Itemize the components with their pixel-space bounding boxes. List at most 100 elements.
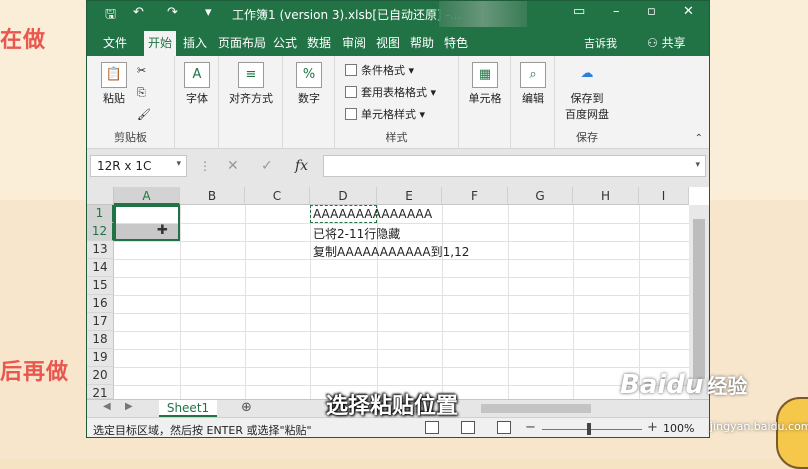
conditional-format-button[interactable]: 条件格式 ▾ xyxy=(345,62,414,78)
page-break-view-icon[interactable] xyxy=(497,421,511,434)
row-header-13[interactable]: 13 xyxy=(87,241,114,259)
editing-label: 编辑 xyxy=(522,92,544,105)
cell-styles-button[interactable]: 单元格样式 ▾ xyxy=(345,106,425,122)
format-as-table-button[interactable]: 套用表格格式 ▾ xyxy=(345,84,436,100)
select-all-corner[interactable] xyxy=(87,187,114,205)
cut-icon[interactable]: ✂ xyxy=(137,64,146,77)
customize-quick-access-icon[interactable]: ▾ xyxy=(205,5,212,20)
zoom-level[interactable]: 100% xyxy=(663,422,694,435)
watermark-cn: 经验 xyxy=(707,374,748,398)
tab-help[interactable]: 帮助 xyxy=(410,34,434,51)
status-bar: 选定目标区域，然后按 ENTER 或选择"粘贴" − + 100% xyxy=(87,417,709,437)
format-painter-icon[interactable]: 🖌 xyxy=(137,108,151,121)
tell-me-box[interactable]: 吉诉我 xyxy=(584,35,617,51)
tab-review[interactable]: 审阅 xyxy=(342,34,366,51)
tab-formulas[interactable]: 公式 xyxy=(273,34,297,51)
editing-button[interactable]: ⌕ 编辑 xyxy=(517,62,549,106)
column-header-H[interactable]: H xyxy=(573,187,639,205)
cells-button[interactable]: ▦ 单元格 xyxy=(463,62,507,106)
cell-D12[interactable]: 已将2-11行隐藏 xyxy=(313,225,400,242)
format-as-table-label: 套用表格格式 xyxy=(361,86,427,99)
sheet-next-icon[interactable]: ▶ xyxy=(125,401,133,412)
zoom-in-icon[interactable]: + xyxy=(647,420,658,435)
font-button[interactable]: A 字体 xyxy=(181,62,213,106)
save-to-baidu-button[interactable]: ☁ 保存到 百度网盘 xyxy=(561,62,613,122)
gridline xyxy=(310,205,311,399)
row-header-12[interactable]: 12 xyxy=(87,223,114,241)
undo-icon[interactable]: ↶ xyxy=(133,5,144,20)
save-icon[interactable]: 🖫 xyxy=(105,5,116,27)
cell-D13[interactable]: 复制AAAAAAAAAAA到1,12 xyxy=(313,243,469,260)
row-header-14[interactable]: 14 xyxy=(87,259,114,277)
row-header-15[interactable]: 15 xyxy=(87,277,114,295)
number-button[interactable]: % 数字 xyxy=(293,62,325,106)
window-title: 工作簿1 (version 3).xlsb[已自动还原] -... xyxy=(232,8,462,22)
tab-page-layout[interactable]: 页面布局 xyxy=(218,34,266,51)
enter-icon[interactable]: ✓ xyxy=(261,158,273,174)
normal-view-icon[interactable] xyxy=(425,421,439,434)
sheet-prev-icon[interactable]: ◀ xyxy=(103,401,111,412)
name-box[interactable]: 12R x 1C ▾ xyxy=(90,155,187,177)
row-header-1[interactable]: 1 xyxy=(87,205,114,223)
tab-insert[interactable]: 插入 xyxy=(183,34,207,51)
row-header-20[interactable]: 20 xyxy=(87,367,114,385)
worksheet-grid[interactable]: A B C D E F G H I 1 12 13 14 15 16 17 18… xyxy=(87,187,709,400)
save-label-1: 保存到 xyxy=(570,92,604,105)
column-header-D[interactable]: D xyxy=(310,187,377,205)
tab-special[interactable]: 特色 xyxy=(444,34,468,51)
gridline xyxy=(508,205,509,399)
page-layout-view-icon[interactable] xyxy=(461,421,475,434)
row-header-18[interactable]: 18 xyxy=(87,331,114,349)
row-header-16[interactable]: 16 xyxy=(87,295,114,313)
horizontal-scroll-thumb[interactable] xyxy=(481,404,591,413)
column-header-A[interactable]: A xyxy=(114,187,180,205)
cells-icon: ▦ xyxy=(472,62,498,88)
close-button[interactable]: ✕ xyxy=(683,4,694,19)
tab-view[interactable]: 视图 xyxy=(376,34,400,51)
insert-function-icon[interactable]: fx xyxy=(295,158,308,174)
cell-D1[interactable]: AAAAAAAAAAAAAA xyxy=(313,207,432,221)
row-header-17[interactable]: 17 xyxy=(87,313,114,331)
tab-data[interactable]: 数据 xyxy=(307,34,331,51)
column-header-G[interactable]: G xyxy=(508,187,573,205)
zoom-slider-knob[interactable] xyxy=(587,423,591,435)
share-button[interactable]: ⚇ 共享 xyxy=(647,34,686,51)
row-header-19[interactable]: 19 xyxy=(87,349,114,367)
row-header-21[interactable]: 21 xyxy=(87,385,114,400)
column-header-I[interactable]: I xyxy=(639,187,689,205)
tab-home[interactable]: 开始 xyxy=(144,31,177,57)
formula-input[interactable]: ▾ xyxy=(323,155,706,177)
column-header-C[interactable]: C xyxy=(245,187,310,205)
collapse-ribbon-icon[interactable]: ⌃ xyxy=(695,133,703,144)
selected-range[interactable] xyxy=(114,205,180,241)
copy-icon[interactable]: ⎘ xyxy=(137,86,146,100)
watermark-url: jingyan.baidu.com xyxy=(710,420,808,433)
backdrop-text-top: 在做 xyxy=(0,28,47,53)
add-sheet-icon[interactable]: ⊕ xyxy=(241,400,252,415)
expand-formula-icon[interactable]: ▾ xyxy=(695,160,700,170)
ribbon-display-icon[interactable]: ▭ xyxy=(573,4,585,19)
font-label: 字体 xyxy=(186,92,208,105)
restore-button[interactable]: ▫ xyxy=(647,4,656,19)
alignment-button[interactable]: ≡ 对齐方式 xyxy=(227,62,275,106)
gridline xyxy=(114,331,689,332)
font-color-icon: A xyxy=(184,62,210,88)
column-header-F[interactable]: F xyxy=(442,187,508,205)
horizontal-scrollbar[interactable] xyxy=(477,403,707,414)
column-header-E[interactable]: E xyxy=(377,187,442,205)
zoom-out-icon[interactable]: − xyxy=(525,420,536,435)
group-save: ☁ 保存到 百度网盘 保存 xyxy=(555,56,619,149)
tab-file[interactable]: 文件 xyxy=(103,34,127,51)
column-header-B[interactable]: B xyxy=(180,187,245,205)
cell-styles-icon xyxy=(345,108,357,120)
cancel-icon[interactable]: ✕ xyxy=(227,158,239,174)
minimize-button[interactable]: – xyxy=(613,4,620,19)
zoom-slider[interactable] xyxy=(542,429,642,430)
paste-button[interactable]: 📋 粘贴 xyxy=(97,62,131,106)
ribbon-tabs: 文件 开始 插入 页面布局 公式 数据 审阅 视图 帮助 特色 吉诉我 ⚇ 共享 xyxy=(87,27,709,57)
vertical-scroll-thumb[interactable] xyxy=(693,219,705,379)
sheet-tab-sheet1[interactable]: Sheet1 xyxy=(159,400,217,417)
cell-styles-label: 单元格样式 xyxy=(361,108,416,121)
redo-icon[interactable]: ↷ xyxy=(167,5,178,20)
alignment-label: 对齐方式 xyxy=(229,92,273,105)
